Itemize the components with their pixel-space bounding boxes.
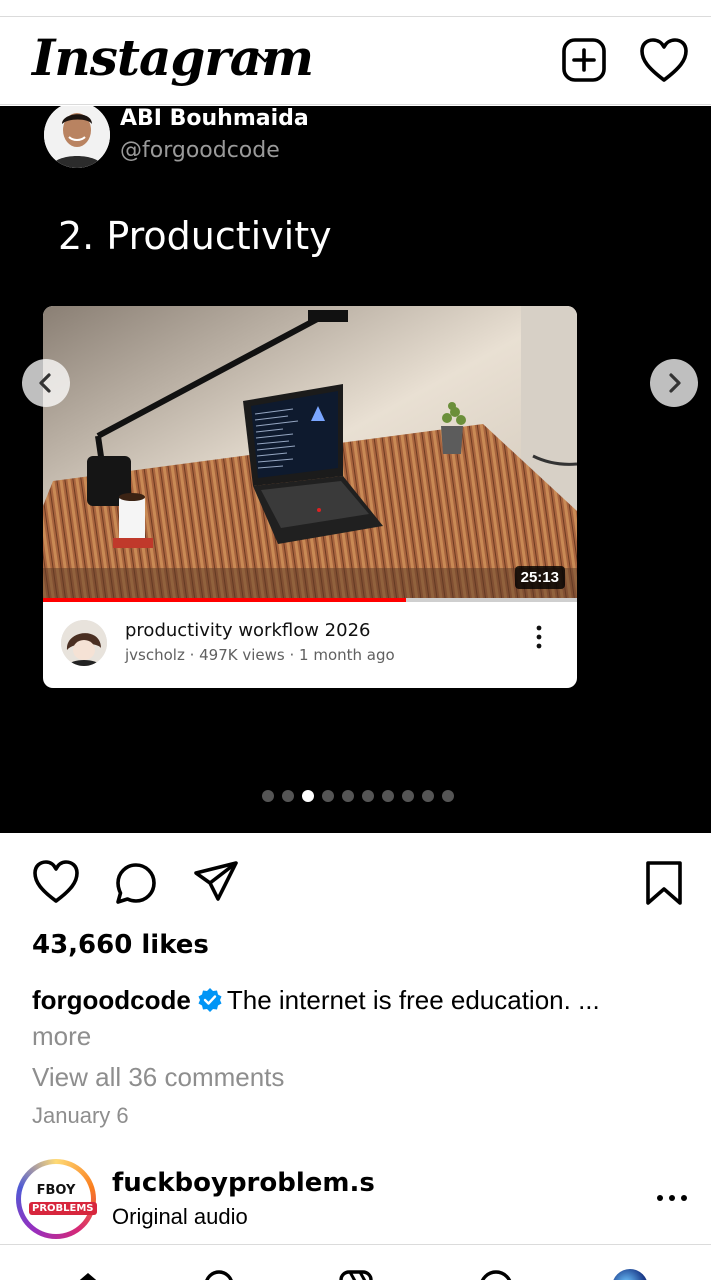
next-post-username[interactable]: fuckboyproblem.s bbox=[112, 1168, 375, 1198]
profile-avatar[interactable] bbox=[612, 1269, 648, 1280]
more-horizontal-icon[interactable] bbox=[654, 1186, 690, 1210]
carousel-dot bbox=[402, 790, 414, 802]
view-comments-link[interactable]: View all 36 comments bbox=[32, 1062, 284, 1093]
carousel-dot bbox=[322, 790, 334, 802]
video-meta: jvscholz · 497K views · 1 month ago bbox=[125, 646, 395, 664]
caption-text: The internet is free education. ... bbox=[226, 985, 600, 1015]
carousel-dot bbox=[262, 790, 274, 802]
like-heart-icon[interactable] bbox=[32, 859, 80, 905]
chevron-left-icon bbox=[39, 373, 51, 393]
carousel-dot bbox=[422, 790, 434, 802]
search-icon[interactable] bbox=[203, 1269, 239, 1280]
fboy-problems-logo: FBOY PROBLEMS bbox=[29, 1184, 97, 1216]
status-bar-area bbox=[0, 0, 711, 17]
caption-username[interactable]: forgoodcode bbox=[32, 985, 191, 1015]
carousel-next-button[interactable] bbox=[650, 359, 698, 407]
heart-icon[interactable] bbox=[638, 36, 690, 84]
video-thumbnail bbox=[43, 306, 577, 598]
video-progress-bar bbox=[43, 598, 577, 602]
next-post-avatar[interactable]: FBOY PROBLEMS bbox=[16, 1159, 97, 1239]
chevron-right-icon bbox=[669, 373, 681, 393]
video-card: 25:13 productivity workflow 2026 jvschol… bbox=[43, 306, 577, 688]
app-header: Instagram bbox=[0, 18, 711, 105]
carousel-prev-button[interactable] bbox=[22, 359, 70, 407]
post-caption: forgoodcode The internet is free educati… bbox=[32, 982, 682, 1054]
carousel-dot bbox=[302, 790, 314, 802]
chevron-down-icon[interactable] bbox=[252, 44, 278, 70]
plus-square-icon[interactable] bbox=[560, 36, 608, 84]
bottom-navigation bbox=[0, 1244, 711, 1280]
post-carousel[interactable]: ABI Bouhmaida @forgoodcode 2. Productivi… bbox=[0, 106, 711, 833]
carousel-dot bbox=[342, 790, 354, 802]
next-post-header: FBOY PROBLEMS fuckboyproblem.s Original … bbox=[0, 1156, 711, 1244]
video-title: productivity workflow 2026 bbox=[125, 620, 371, 641]
channel-avatar bbox=[61, 620, 107, 666]
caption-more-link[interactable]: more bbox=[32, 1021, 91, 1051]
messages-icon[interactable] bbox=[478, 1269, 514, 1280]
bookmark-icon[interactable] bbox=[644, 859, 684, 907]
verified-badge-icon bbox=[198, 988, 222, 1012]
reels-icon[interactable] bbox=[338, 1269, 374, 1280]
carousel-indicator bbox=[262, 790, 454, 804]
slide-title: 2. Productivity bbox=[58, 214, 332, 258]
carousel-dot bbox=[442, 790, 454, 802]
carousel-dot bbox=[382, 790, 394, 802]
likes-count[interactable]: 43,660 likes bbox=[32, 930, 209, 960]
slide-author-name: ABI Bouhmaida bbox=[120, 106, 309, 131]
person-avatar-icon bbox=[44, 106, 110, 168]
post-date: January 6 bbox=[32, 1103, 129, 1128]
next-post-audio[interactable]: Original audio bbox=[112, 1204, 248, 1230]
carousel-dot bbox=[362, 790, 374, 802]
share-send-icon[interactable] bbox=[192, 859, 240, 905]
anime-avatar-icon bbox=[61, 620, 107, 666]
video-duration-badge: 25:13 bbox=[514, 566, 565, 589]
comment-icon[interactable] bbox=[112, 859, 160, 907]
video-progress-fill bbox=[43, 598, 407, 602]
slide-author-handle: @forgoodcode bbox=[120, 138, 280, 163]
post-actions bbox=[0, 855, 711, 911]
carousel-dot bbox=[282, 790, 294, 802]
home-icon[interactable] bbox=[70, 1269, 106, 1280]
more-vertical-icon[interactable] bbox=[527, 622, 551, 652]
author-avatar bbox=[44, 106, 110, 168]
